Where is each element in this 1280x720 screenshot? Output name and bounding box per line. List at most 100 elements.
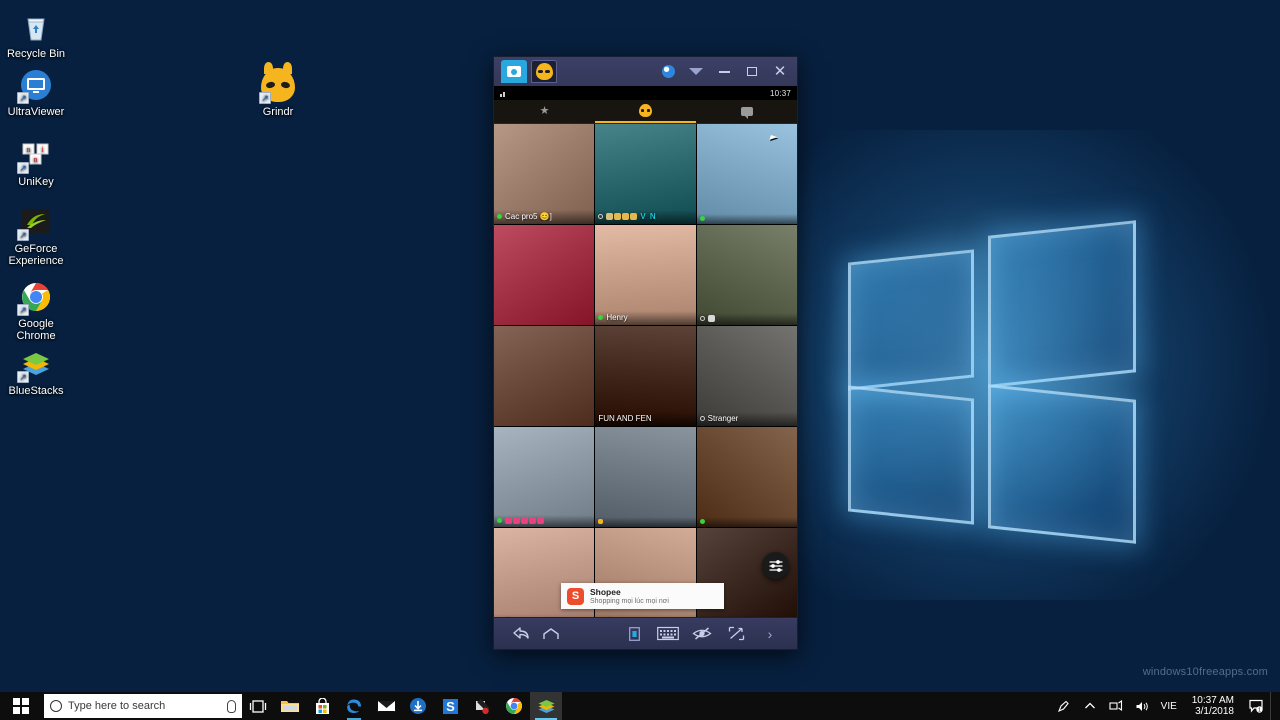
- notification-app-name: Shopee: [590, 586, 621, 597]
- profile-emoji: [513, 517, 520, 524]
- desktop-icon-recycle-bin[interactable]: Recycle Bin: [0, 10, 72, 60]
- chat-bubble-icon: [740, 107, 753, 119]
- google-chrome-icon: ↗: [17, 280, 53, 316]
- maximize-icon: [747, 67, 757, 76]
- profile-tile[interactable]: [494, 225, 595, 325]
- system-tray[interactable]: VIE 10:37 AM 3/1/2018 1: [1052, 692, 1280, 720]
- notification-toast[interactable]: S Shopee Shopping mọi lúc mọi nơi: [561, 583, 724, 609]
- show-hidden-icons-button[interactable]: [1078, 692, 1102, 720]
- desktop-icon-label: BlueStacks: [8, 385, 64, 397]
- menu-button[interactable]: [683, 60, 709, 84]
- file-explorer-button[interactable]: [274, 692, 306, 720]
- android-screen[interactable]: 10:37 ★ Cac pro5 😊] V N Henry FUN AND FEN St…: [494, 86, 797, 617]
- desktop-icon-unikey[interactable]: n i n ↗ UniKey: [0, 138, 72, 188]
- online-status-indicator: [699, 416, 705, 421]
- network-button[interactable]: [1104, 692, 1128, 720]
- clock[interactable]: 10:37 AM 3/1/2018: [1184, 692, 1242, 720]
- profile-tile[interactable]: FUN AND FEN: [595, 326, 696, 426]
- profile-tile[interactable]: [696, 225, 797, 325]
- show-desktop-button[interactable]: [1270, 692, 1278, 720]
- clock-date: 3/1/2018: [1195, 706, 1234, 717]
- pen-button[interactable]: [1052, 692, 1076, 720]
- profile-tile[interactable]: [696, 124, 797, 224]
- snipping-tool-button[interactable]: S: [434, 692, 466, 720]
- chrome-button[interactable]: [498, 692, 530, 720]
- grindr-app-tab[interactable]: [531, 60, 557, 83]
- shortcut-overlay-icon: ↗: [259, 92, 271, 104]
- desktop-icon-geforce-experience[interactable]: ↗ GeForce Experience: [0, 205, 72, 267]
- profile-meta: [595, 517, 696, 527]
- desktop-icon-bluestacks[interactable]: ↗ BlueStacks: [0, 347, 72, 397]
- mail-button[interactable]: [370, 692, 402, 720]
- profile-emoji: [521, 517, 528, 524]
- profile-name: Paul: [606, 616, 622, 617]
- shortcut-overlay-icon: ↗: [17, 92, 29, 104]
- bluestacks-home-tab[interactable]: [501, 60, 527, 83]
- idm-button[interactable]: [402, 692, 434, 720]
- star-icon: ★: [539, 105, 550, 117]
- browse-tab[interactable]: [595, 100, 696, 123]
- profile-meta: Paul: [595, 614, 696, 617]
- close-button[interactable]: ✕: [767, 60, 793, 84]
- action-center-button[interactable]: 1: [1244, 692, 1268, 720]
- account-button[interactable]: [655, 60, 681, 84]
- profile-tile[interactable]: Stranger: [696, 326, 797, 426]
- profile-tile[interactable]: [595, 427, 696, 527]
- profile-tile[interactable]: Henry: [595, 225, 696, 325]
- shortcut-overlay-icon: ↗: [17, 304, 29, 316]
- start-button[interactable]: [0, 692, 42, 720]
- favorites-tab[interactable]: ★: [494, 100, 595, 123]
- bluestacks-bottom-toolbar[interactable]: ›: [494, 617, 797, 649]
- microsoft-edge-button[interactable]: [338, 692, 370, 720]
- profile-photo: [696, 427, 797, 527]
- profile-tile[interactable]: Cac pro5 😊]: [494, 124, 595, 224]
- fullscreen-button[interactable]: [721, 621, 751, 647]
- desktop-icon-ultraviewer[interactable]: ↗ UltraViewer: [0, 68, 72, 118]
- language-label: VIE: [1160, 700, 1177, 712]
- bluestacks-button[interactable]: [530, 692, 562, 720]
- language-indicator[interactable]: VIE: [1156, 692, 1182, 720]
- desktop-icon-google-chrome[interactable]: ↗ Google Chrome: [0, 280, 72, 342]
- desktop-icon-label: Google Chrome: [16, 318, 56, 342]
- microsoft-store-button[interactable]: [306, 692, 338, 720]
- profile-name: Cac pro5 😊]: [505, 212, 552, 221]
- profile-grid[interactable]: Cac pro5 😊] V N Henry FUN AND FEN Stranger To…: [494, 124, 797, 617]
- eye-off-button[interactable]: [687, 621, 717, 647]
- profile-emoji-row: [707, 315, 715, 322]
- shortcut-overlay-icon: ↗: [17, 371, 29, 383]
- minimize-button[interactable]: [711, 60, 737, 84]
- grindr-tab-bar[interactable]: ★: [494, 100, 797, 124]
- profile-tile[interactable]: V N: [595, 124, 696, 224]
- profile-tile[interactable]: [494, 427, 595, 527]
- profile-name: FUN AND FEN: [598, 414, 652, 423]
- svg-text:n: n: [34, 155, 38, 164]
- profile-photo: [696, 124, 797, 224]
- chevron-right-icon: ›: [767, 625, 773, 642]
- back-button[interactable]: [506, 621, 536, 647]
- recycle-bin-icon: [19, 10, 53, 44]
- expand-toolbar-button[interactable]: ›: [755, 621, 785, 647]
- profile-tile[interactable]: [494, 326, 595, 426]
- unikey-button[interactable]: [466, 692, 498, 720]
- s-icon: S: [442, 698, 458, 714]
- sliders-icon: [768, 559, 783, 572]
- filter-fab[interactable]: [762, 552, 789, 579]
- bluestacks-window[interactable]: ✕ 10:37 ★ Cac pro5 😊] V N Henry FUN AND FEN…: [493, 56, 798, 650]
- profile-emoji-row: [505, 517, 544, 524]
- profile-photo: [494, 427, 595, 527]
- svg-text:n: n: [27, 145, 31, 154]
- windows-taskbar[interactable]: Type here to search S VIE 10:37 AM 3/1/2…: [0, 692, 1280, 720]
- multi-instance-button[interactable]: [619, 621, 649, 647]
- svg-text:S: S: [446, 699, 455, 714]
- profile-tile[interactable]: [696, 427, 797, 527]
- maximize-button[interactable]: [739, 60, 765, 84]
- task-view-button[interactable]: [242, 692, 274, 720]
- cortana-icon[interactable]: [227, 699, 236, 713]
- volume-button[interactable]: [1130, 692, 1154, 720]
- desktop-icon-grindr[interactable]: ↗ Grindr: [242, 62, 314, 118]
- keyboard-button[interactable]: [653, 621, 683, 647]
- search-input[interactable]: Type here to search: [44, 694, 242, 718]
- messages-tab[interactable]: [696, 100, 797, 123]
- home-button[interactable]: [536, 621, 566, 647]
- bluestacks-titlebar[interactable]: ✕: [494, 57, 797, 86]
